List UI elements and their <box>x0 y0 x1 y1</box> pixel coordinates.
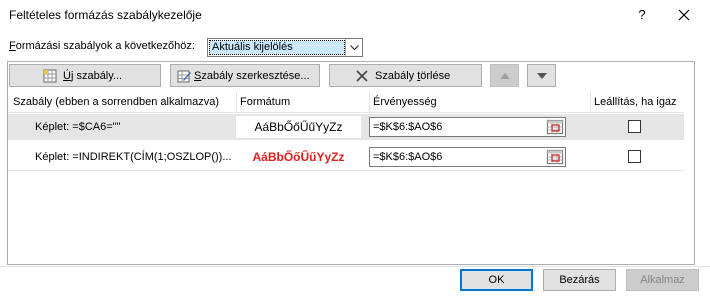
close-icon <box>678 9 690 21</box>
row-divider <box>8 170 684 171</box>
arrow-down-icon <box>537 73 547 79</box>
ok-button[interactable]: OK <box>460 269 533 291</box>
header-divider <box>8 112 684 113</box>
close-dialog-button[interactable]: Bezárás <box>543 269 616 291</box>
applies-to-field[interactable]: =$K$6:$AO$6 <box>369 117 566 137</box>
format-preview: AáBbŐőŰűYyZz <box>236 146 361 168</box>
footer-divider <box>0 266 710 267</box>
delete-rule-button[interactable]: Szabály törlése <box>329 64 482 87</box>
new-rule-button[interactable]: Új szabály... <box>9 64 161 87</box>
rule-description: Képlet: =$CA6="" <box>35 121 121 133</box>
applies-to-field[interactable]: =$K$6:$AO$6 <box>369 147 566 167</box>
rule-row[interactable]: Képlet: =INDIREKT(CÍM(1;OSZLOP())... AáB… <box>8 144 684 170</box>
edit-rule-icon <box>177 70 191 83</box>
column-header-rule[interactable]: Szabály (ebben a sorrendben alkalmazva) <box>13 96 219 108</box>
show-rules-selected: Aktuális kijelölés <box>209 40 345 55</box>
dialog-title: Feltételes formázás szabálykezelője <box>9 8 202 22</box>
edit-rule-button[interactable]: Szabály szerkesztése... <box>170 64 320 87</box>
rule-description: Képlet: =INDIREKT(CÍM(1;OSZLOP())... <box>35 151 232 163</box>
rule-row[interactable]: Képlet: =$CA6="" AáBbŐőŰűYyZz =$K$6:$AO$… <box>8 114 684 140</box>
new-rule-icon <box>43 69 57 83</box>
column-divider[interactable] <box>590 92 591 112</box>
range-picker-icon <box>547 120 563 134</box>
chevron-down-icon <box>350 45 359 50</box>
range-picker-button[interactable] <box>546 149 564 165</box>
edit-rule-label: Szabály szerkesztése... <box>194 70 310 82</box>
dropdown-arrow[interactable] <box>345 39 362 56</box>
range-picker-icon <box>547 150 563 164</box>
column-header-stop-if-true[interactable]: Leállítás, ha igaz <box>594 96 677 108</box>
range-picker-button[interactable] <box>546 119 564 135</box>
help-button[interactable]: ? <box>630 3 654 27</box>
move-up-button[interactable] <box>490 64 519 87</box>
dialog-titlebar: Feltételes formázás szabálykezelője ? <box>0 0 710 30</box>
column-header-applies-to[interactable]: Érvényesség <box>373 96 437 108</box>
delete-x-icon <box>356 70 368 82</box>
arrow-up-icon <box>500 73 510 79</box>
stop-if-true-checkbox[interactable] <box>628 120 641 133</box>
column-divider[interactable] <box>236 92 237 112</box>
applies-to-value: =$K$6:$AO$6 <box>373 151 443 163</box>
show-rules-dropdown[interactable]: Aktuális kijelölés <box>207 38 363 57</box>
show-rules-label: Formázási szabályok a következőhöz: <box>9 40 195 52</box>
column-divider[interactable] <box>369 92 370 112</box>
applies-to-value: =$K$6:$AO$6 <box>373 121 443 133</box>
close-button[interactable] <box>672 3 696 27</box>
rules-toolbar: Új szabály... Szabály szerkesztése... Sz… <box>8 64 694 88</box>
format-preview: AáBbŐőŰűYyZz <box>236 116 361 138</box>
column-header-format[interactable]: Formátum <box>240 96 290 108</box>
apply-button[interactable]: Alkalmaz <box>626 269 699 291</box>
new-rule-label: Új szabály... <box>63 70 123 82</box>
move-down-button[interactable] <box>527 64 556 87</box>
stop-if-true-checkbox[interactable] <box>628 150 641 163</box>
delete-rule-label: Szabály törlése <box>375 70 451 82</box>
